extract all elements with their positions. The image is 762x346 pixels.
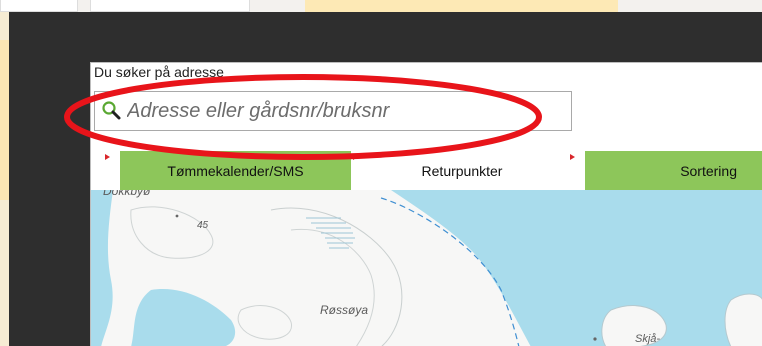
tab-label: Returpunkter (421, 162, 503, 179)
left-yellow-block (0, 40, 9, 200)
map-view[interactable]: Dokkbyø 45 Røssøya Skjå- (91, 190, 762, 346)
tab-arrow-icon (570, 154, 575, 160)
tab-label: Sortering (680, 162, 737, 179)
top-tab-left (0, 0, 78, 12)
map-height-label: 45 (197, 220, 209, 231)
map-island-label: Røssøya (320, 303, 368, 317)
map-canvas (91, 190, 762, 346)
tab-sortering[interactable]: Sortering (585, 151, 762, 190)
top-yellow-block (305, 0, 618, 12)
top-tab-middle (90, 0, 250, 12)
annotation-ellipse (64, 74, 542, 160)
tab-label: Tømmekalender/SMS (167, 162, 304, 179)
map-place-label: Skjå- (635, 333, 661, 345)
map-place-label: Dokkbyø (103, 190, 151, 198)
